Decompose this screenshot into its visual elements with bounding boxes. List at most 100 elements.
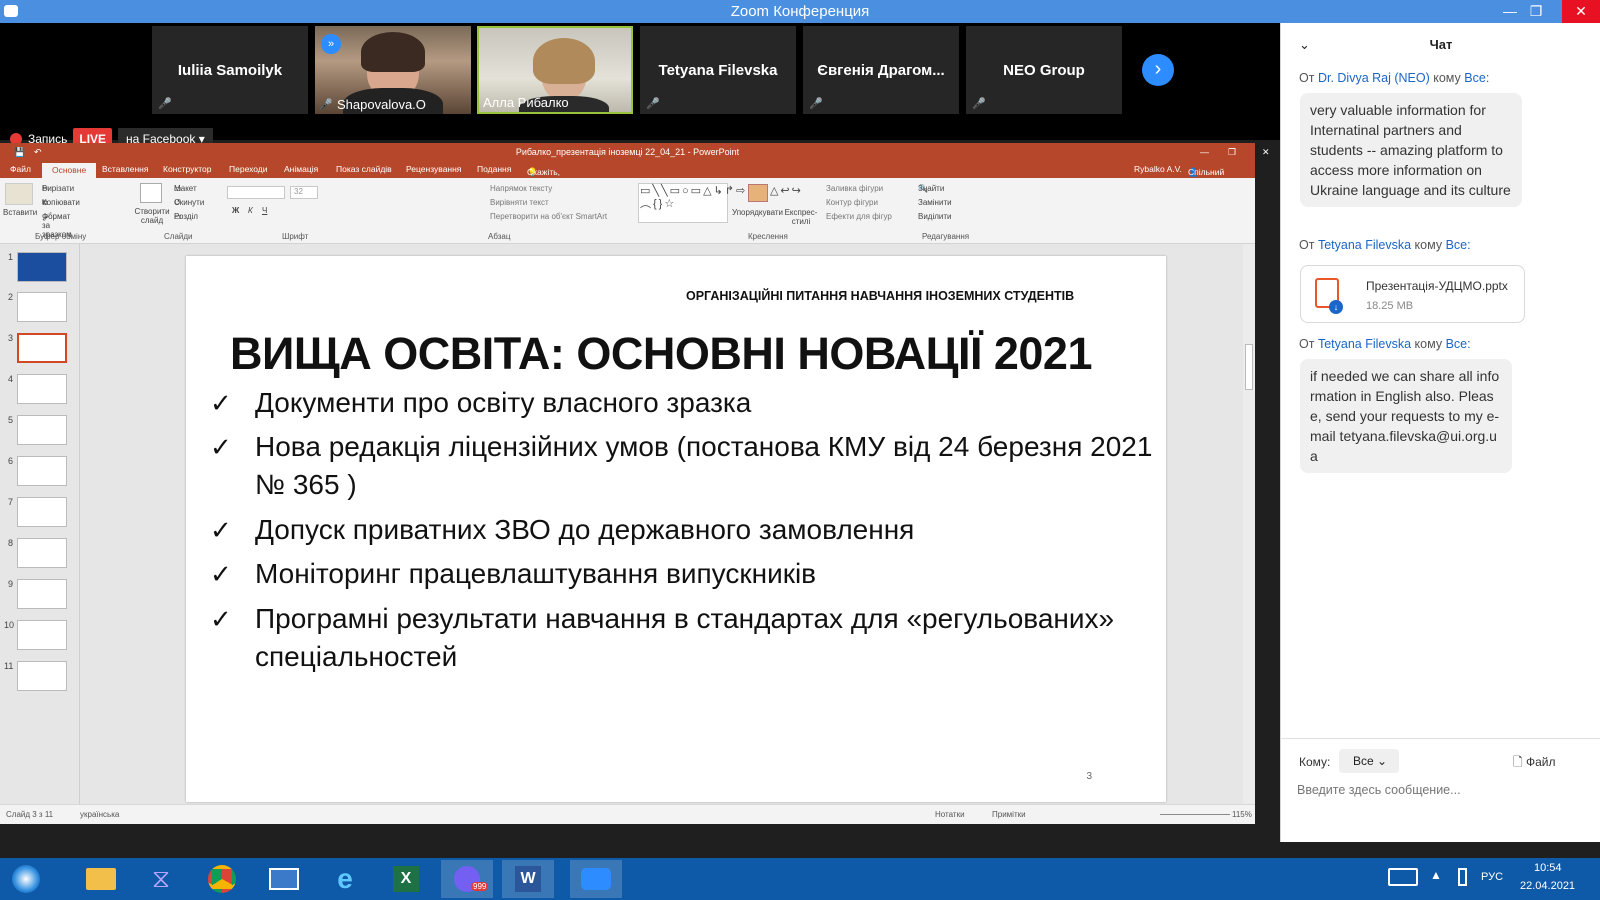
zoom-level[interactable]: 115% (1232, 810, 1252, 819)
word-icon: W (515, 866, 541, 892)
tab-view[interactable]: Подання (477, 164, 511, 174)
taskbar-word[interactable]: W (502, 860, 554, 898)
clock-date[interactable]: 22.04.2021 (1520, 880, 1575, 892)
video-hair (533, 38, 595, 84)
ppt-status-bar: Слайд 3 з 11 українська Нотатки Примітки… (0, 804, 1255, 824)
chat-message-input[interactable] (1297, 779, 1587, 801)
tab-insert[interactable]: Вставлення (102, 164, 148, 174)
restore-icon[interactable]: ❐ (1523, 0, 1549, 23)
arrange-button[interactable]: Упорядкувати (732, 208, 783, 217)
language-status[interactable]: українська (80, 810, 119, 819)
replace-button[interactable]: Замінити (918, 198, 952, 207)
participant-tile[interactable]: Євгенія Драгом... 🎤 (803, 26, 959, 114)
taskbar-explorer[interactable] (75, 860, 127, 898)
next-participants-button[interactable]: › (1142, 54, 1174, 86)
message-sender[interactable]: Dr. Divya Raj (NEO) (1318, 71, 1430, 85)
tab-design[interactable]: Конструктор (163, 164, 211, 174)
slide-thumbnail[interactable] (17, 538, 67, 568)
participant-video-tile[interactable]: » 🎤 Shapovalova.O (315, 26, 471, 114)
quick-styles-button[interactable]: Експрес-стилі (783, 208, 819, 226)
to-word: кому (1433, 71, 1461, 85)
notes-button[interactable]: Нотатки (935, 810, 965, 819)
tray-expand-icon[interactable]: ▲ (1430, 868, 1442, 882)
scroll-thumb[interactable] (1245, 344, 1253, 390)
slides-group-label: Слайди (164, 232, 193, 241)
keyboard-icon[interactable] (1388, 868, 1418, 886)
shapes-gallery[interactable]: ▭╲╲▭○▭△↳↱⇨⇩⬠△↩↪︵{}☆ (638, 183, 801, 223)
slide-thumbnail[interactable] (17, 661, 67, 691)
taskbar-viber[interactable]: 999 (441, 860, 493, 898)
zoom-slider[interactable] (1160, 814, 1230, 815)
tab-slideshow[interactable]: Показ слайдів (336, 164, 392, 174)
comments-button[interactable]: Примітки (992, 810, 1026, 819)
new-slide-button[interactable]: Створити слайд (132, 207, 172, 225)
message-header: От Tetyana Filevska кому Все: (1299, 337, 1471, 351)
minimize-icon[interactable]: — (1497, 0, 1523, 23)
tab-animations[interactable]: Анімація (284, 164, 318, 174)
download-icon[interactable]: ↓ (1329, 300, 1343, 314)
slide-thumbnail-active[interactable] (17, 333, 67, 363)
message-recipient: Все: (1464, 71, 1490, 85)
ppt-minimize-icon[interactable]: — (1200, 143, 1209, 161)
slide-thumbnail[interactable] (17, 620, 67, 650)
bullet-text: Програмні результати навчання в стандарт… (255, 603, 1115, 672)
align-text-button[interactable]: Вирівняти текст (490, 198, 549, 207)
clock-time[interactable]: 10:54 (1534, 862, 1562, 874)
bold-icon[interactable]: Ж (232, 206, 239, 215)
keyboard-language[interactable]: РУС (1481, 871, 1503, 883)
slide-thumbnail[interactable] (17, 415, 67, 445)
slide-thumbnail[interactable] (17, 497, 67, 527)
participant-tile[interactable]: Iuliia Samoilyk 🎤 (152, 26, 308, 114)
shape-effects-button[interactable]: Ефекти для фігур (826, 212, 892, 221)
taskbar-excel[interactable]: X (380, 860, 432, 898)
text-direction-button[interactable]: Напрямок тексту (490, 184, 552, 193)
recipient-dropdown[interactable]: Все ⌄ (1339, 749, 1399, 773)
font-name-box[interactable] (227, 186, 285, 199)
slide-thumbnail[interactable] (17, 456, 67, 486)
taskbar-ie[interactable]: e (319, 860, 371, 898)
slide-thumbnail[interactable] (17, 579, 67, 609)
slide-canvas[interactable]: ОРГАНІЗАЦІЙНІ ПИТАННЯ НАВЧАННЯ ІНОЗЕМНИХ… (186, 256, 1166, 802)
collapse-chevron-icon[interactable]: ⌄ (1299, 23, 1310, 67)
file-attachment[interactable]: ↓ Презентація-УДЦМО.pptx 18.25 MB (1300, 265, 1525, 323)
start-button[interactable] (0, 860, 52, 898)
slide-thumbnail[interactable] (17, 292, 67, 322)
smartart-button[interactable]: Перетворити на об'єкт SmartArt (490, 212, 607, 221)
battery-icon[interactable] (1458, 868, 1467, 886)
underline-icon[interactable]: Ч (262, 206, 267, 215)
slide-thumbnail[interactable] (17, 374, 67, 404)
taskbar-app[interactable]: ⧖ (135, 860, 187, 898)
ppt-close-icon[interactable]: ✕ (1262, 143, 1270, 161)
participant-tile[interactable]: NEO Group 🎤 (966, 26, 1122, 114)
slide-scrollbar[interactable] (1243, 244, 1255, 804)
to-label: Кому: (1299, 755, 1331, 769)
message-sender[interactable]: Tetyana Filevska (1318, 337, 1411, 351)
close-window-button[interactable]: ✕ (1562, 0, 1600, 23)
participant-video-tile-active[interactable]: Алла Рибалко (477, 26, 633, 114)
italic-icon[interactable]: К (248, 206, 253, 215)
tab-transitions[interactable]: Переходи (229, 164, 268, 174)
paste-button[interactable]: Вставити (3, 208, 37, 217)
shared-screen-powerpoint: 💾 ↶ Рибалко_презентація іноземці 22_04_2… (0, 143, 1270, 824)
thumb-number: 6 (8, 456, 14, 466)
participant-tile[interactable]: Tetyana Filevska 🎤 (640, 26, 796, 114)
ppt-save-icon[interactable]: 💾 (14, 143, 25, 161)
tab-file[interactable]: Файл (10, 164, 31, 174)
mic-muted-icon: 🎤 (646, 98, 660, 110)
shape-outline-button[interactable]: Контур фігури (826, 198, 878, 207)
thumb-number: 7 (8, 497, 14, 507)
tab-home[interactable]: Основне (42, 163, 97, 178)
taskbar-chrome[interactable] (196, 860, 248, 898)
taskbar-app[interactable] (258, 860, 310, 898)
font-size-box[interactable]: 32 (290, 186, 318, 199)
taskbar-zoom[interactable] (570, 860, 622, 898)
ppt-restore-icon[interactable]: ❐ (1228, 143, 1236, 161)
tab-review[interactable]: Рецензування (406, 164, 461, 174)
shape-fill-button[interactable]: Заливка фігури (826, 184, 883, 193)
select-button[interactable]: Виділити (918, 212, 952, 221)
ppt-undo-icon[interactable]: ↶ (34, 143, 42, 161)
message-sender[interactable]: Tetyana Filevska (1318, 238, 1411, 252)
file-button[interactable]: 🗋 Файл (1513, 753, 1556, 774)
slide-thumbnail[interactable] (17, 252, 67, 282)
recipient-value: Все (1353, 754, 1374, 768)
